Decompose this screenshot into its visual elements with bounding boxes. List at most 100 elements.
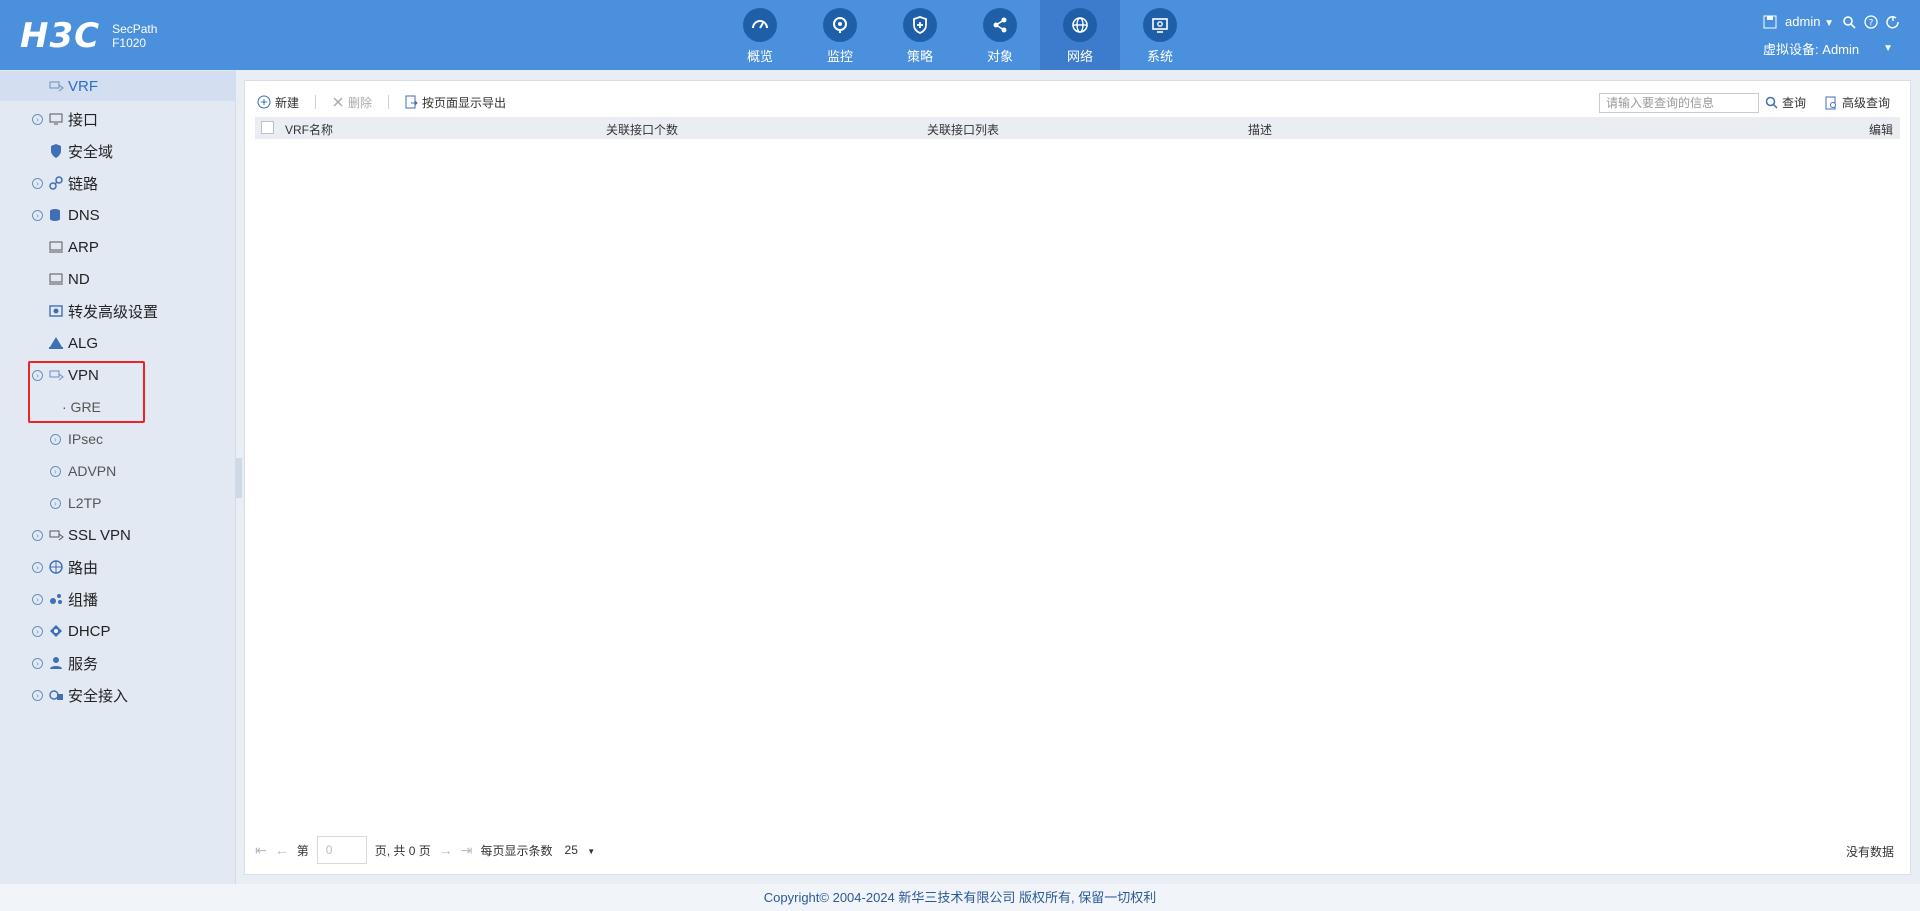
expand-icon[interactable]: › <box>32 561 43 573</box>
sidebar-item-vpn[interactable]: › VPN <box>0 360 236 390</box>
divider <box>315 95 317 109</box>
dhcp-icon <box>48 623 64 639</box>
column-header-vrf-name[interactable]: VRF名称 <box>285 121 333 138</box>
alg-icon <box>48 335 64 351</box>
sidebar-subitem-advpn[interactable]: › ADVPN <box>0 456 236 486</box>
first-page-icon[interactable]: ⇤ <box>255 842 267 859</box>
page-prefix: 第 <box>296 843 309 858</box>
sidebar-subitem-gre[interactable]: · GRE <box>0 392 236 422</box>
sidebar: VRF › 接口 安全域 › 链路 › DNS ARP ND 转发高级设置 AL… <box>0 70 236 884</box>
per-page-select[interactable]: 25 ▼ <box>565 843 596 857</box>
header-user-area: admin ▼ ? 虚拟设备: Admin ▼ <box>1763 14 1900 58</box>
last-page-icon[interactable]: ⇥ <box>461 842 473 859</box>
search-input[interactable] <box>1599 93 1759 113</box>
sidebar-collapse-handle[interactable] <box>236 458 242 498</box>
top-header: H3C SecPath F1020 概览 监控 策略 对象 网络 系统 admi… <box>0 0 1920 70</box>
per-page-label: 每页显示条数 <box>480 843 553 858</box>
logout-icon[interactable] <box>1886 15 1900 29</box>
save-icon[interactable] <box>1763 15 1777 29</box>
expand-icon[interactable]: › <box>32 657 43 669</box>
expand-icon[interactable]: › <box>32 369 43 381</box>
advanced-search-icon <box>1825 96 1836 109</box>
sidebar-subitem-ipsec[interactable]: › IPsec <box>0 424 236 454</box>
brand-logo: H3C SecPath F1020 <box>20 16 157 56</box>
sidebar-item-link[interactable]: › 链路 <box>0 168 236 198</box>
sidebar-item-dns[interactable]: › DNS <box>0 200 236 230</box>
search-icon <box>1765 96 1778 109</box>
sidebar-item-ssl-vpn[interactable]: › SSL VPN <box>0 520 236 550</box>
sidebar-item-secure-access[interactable]: › 安全接入 <box>0 680 236 710</box>
sidebar-item-label: 服务 <box>68 655 99 673</box>
expand-icon[interactable]: › <box>32 593 43 605</box>
search-icon[interactable] <box>1842 15 1856 29</box>
expand-icon[interactable]: › <box>32 177 43 189</box>
expand-icon[interactable]: › <box>32 689 43 701</box>
screen-gear-icon <box>1143 8 1177 42</box>
sidebar-item-forwarding-settings[interactable]: 转发高级设置 <box>0 296 236 326</box>
sidebar-item-arp[interactable]: ARP <box>0 232 236 262</box>
sidebar-subitem-label: ADVPN <box>68 463 117 479</box>
new-button[interactable]: 新建 <box>257 94 299 111</box>
search-button[interactable]: 查询 <box>1765 94 1806 111</box>
user-menu[interactable]: admin ▼ <box>1785 14 1834 29</box>
sidebar-item-label: 安全域 <box>68 143 114 161</box>
ssl-vpn-icon <box>48 527 64 543</box>
sidebar-item-dhcp[interactable]: › DHCP <box>0 616 236 646</box>
sidebar-item-label: 链路 <box>68 175 99 193</box>
sidebar-item-label: 安全接入 <box>68 687 129 705</box>
footer: Copyright© 2004-2024 新华三技术有限公司 版权所有, 保留一… <box>0 884 1920 911</box>
sidebar-item-label: DNS <box>68 206 100 224</box>
select-all-checkbox[interactable] <box>261 121 274 134</box>
expand-icon[interactable]: › <box>32 113 43 125</box>
nav-object[interactable]: 对象 <box>960 0 1040 70</box>
sidebar-item-label: DHCP <box>68 622 111 640</box>
column-header-description[interactable]: 描述 <box>1248 121 1272 138</box>
nav-system[interactable]: 系统 <box>1120 0 1200 70</box>
share-icon <box>983 8 1017 42</box>
sidebar-item-label: ALG <box>68 334 99 352</box>
column-header-interface-count[interactable]: 关联接口个数 <box>606 121 678 138</box>
sidebar-item-label: 组播 <box>68 591 99 609</box>
help-icon[interactable]: ? <box>1864 14 1878 29</box>
sidebar-item-security-zone[interactable]: 安全域 <box>0 136 236 166</box>
chevron-down-icon: ▼ <box>1824 18 1834 29</box>
advanced-search-button[interactable]: 高级查询 <box>1825 94 1890 111</box>
sidebar-item-routing[interactable]: › 路由 <box>0 552 236 582</box>
vrf-icon <box>48 78 64 94</box>
interface-icon <box>48 111 64 127</box>
nav-policy[interactable]: 策略 <box>880 0 960 70</box>
expand-icon[interactable]: › <box>32 529 43 541</box>
sidebar-item-multicast[interactable]: › 组播 <box>0 584 236 614</box>
sidebar-item-label: SSL VPN <box>68 526 131 544</box>
new-label: 新建 <box>275 95 300 110</box>
h3c-logo: H3C <box>20 16 101 56</box>
nav-monitor[interactable]: 监控 <box>800 0 880 70</box>
page-number-input[interactable] <box>316 836 367 864</box>
table-header: VRF名称 关联接口个数 关联接口列表 描述 编辑 <box>255 117 1900 139</box>
nav-system-label: 系统 <box>1146 49 1173 64</box>
forwarding-settings-icon <box>48 303 64 319</box>
sidebar-item-vrf[interactable]: VRF <box>0 71 236 101</box>
prev-page-icon[interactable]: ← <box>275 842 289 858</box>
expand-icon[interactable]: › <box>32 209 43 221</box>
expand-icon[interactable]: › <box>50 497 61 509</box>
column-header-interface-list[interactable]: 关联接口列表 <box>927 121 999 138</box>
sidebar-item-alg[interactable]: ALG <box>0 328 236 358</box>
next-page-icon[interactable]: → <box>439 842 453 858</box>
nav-network[interactable]: 网络 <box>1040 0 1120 70</box>
product-model: F1020 <box>112 36 147 50</box>
expand-icon[interactable]: › <box>32 625 43 637</box>
sidebar-item-service[interactable]: › 服务 <box>0 648 236 678</box>
expand-icon[interactable]: › <box>50 465 61 477</box>
export-button[interactable]: 按页面显示导出 <box>405 94 506 111</box>
virtual-device-selector[interactable]: 虚拟设备: Admin ▼ <box>1763 39 1900 58</box>
nav-overview-label: 概览 <box>746 49 773 64</box>
nav-overview[interactable]: 概览 <box>720 0 800 70</box>
sidebar-item-nd[interactable]: ND <box>0 264 236 294</box>
export-label: 按页面显示导出 <box>422 95 507 110</box>
product-name: SecPath F1020 <box>112 22 157 50</box>
sidebar-subitem-l2tp[interactable]: › L2TP <box>0 488 236 518</box>
delete-button[interactable]: 删除 <box>332 94 372 111</box>
sidebar-item-interface[interactable]: › 接口 <box>0 104 236 134</box>
expand-icon[interactable]: › <box>50 433 61 445</box>
